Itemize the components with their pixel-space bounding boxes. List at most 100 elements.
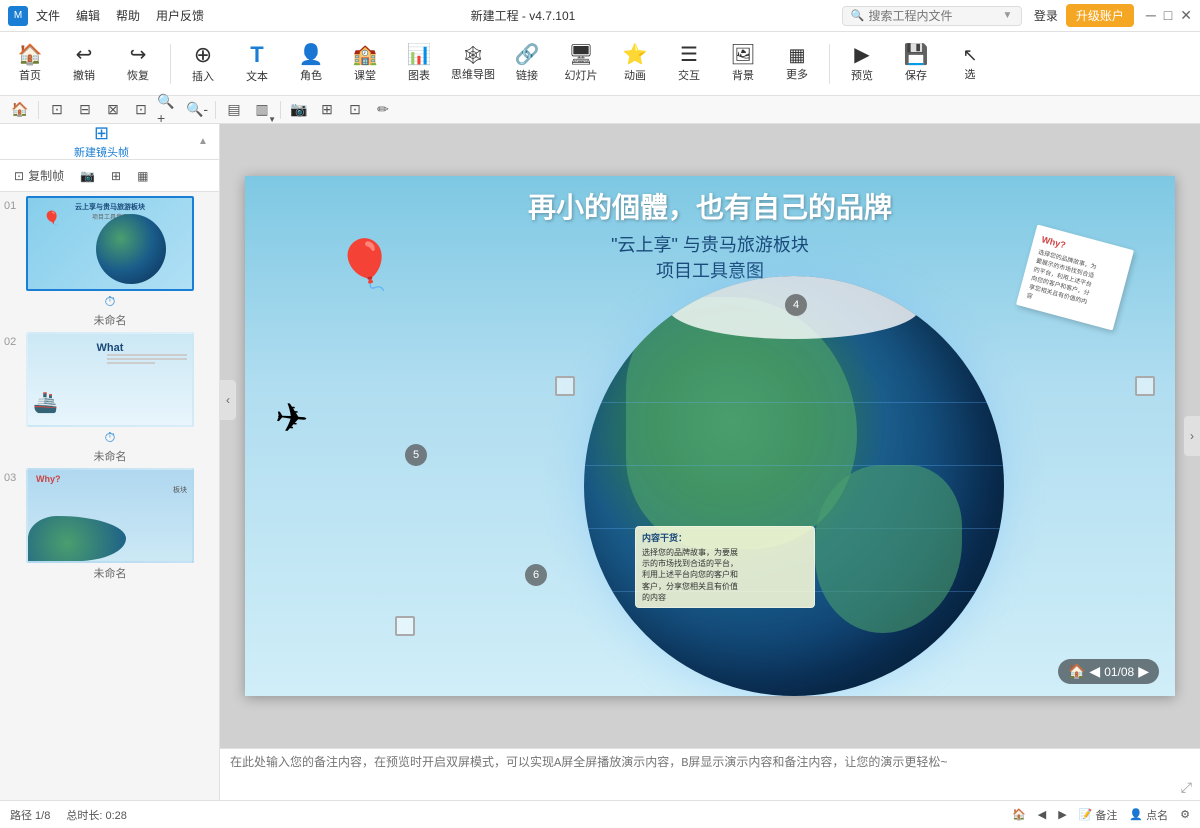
nav-next-button[interactable]: ▶ (1138, 663, 1149, 680)
tool-more[interactable]: ▦ 更多 (771, 36, 823, 92)
content-box-body: 选择您的品牌故事，为要展示的市场找到合适的平台，利用上述平台向您的客户和客户，分… (642, 547, 808, 603)
marker-5[interactable]: 5 (405, 444, 427, 466)
search-icon: 🔍 (851, 9, 865, 22)
sidebar-collapse-button[interactable]: ‹ (220, 380, 236, 420)
layout-tool[interactable]: ▦ (131, 167, 154, 185)
balloon-element[interactable]: 🎈 (335, 236, 395, 316)
sec-tool-align[interactable]: ▤ (222, 98, 246, 122)
search-dropdown-icon[interactable]: ▼ (1003, 10, 1013, 21)
tool-chart[interactable]: 📊 图表 (393, 36, 445, 92)
sec-tool-copy2[interactable]: ⊟ (73, 98, 97, 122)
tool-link[interactable]: 🔗 链接 (501, 36, 553, 92)
undo-icon: ↩ (76, 45, 93, 65)
sec-tool-zoomin[interactable]: 🔍+ (157, 98, 181, 122)
bottom-bar: 路径 1/8 总时长: 0:28 🏠 ◀ ▶ 📝 备注 👤 点名 ⚙ (0, 800, 1200, 828)
slide-canvas[interactable]: 再小的個體，也有自己的品牌 "云上享" 与贵马旅游板块 项目工具意图 🎈 ✈ (245, 176, 1175, 696)
nav-prev-button[interactable]: ◀ (1089, 663, 1100, 680)
tool-background[interactable]: 🖼 背景 (717, 36, 769, 92)
content-box[interactable]: 内容干货： 选择您的品牌故事，为要展示的市场找到合适的平台，利用上述平台向您的客… (635, 526, 815, 608)
bottom-prev[interactable]: ◀ (1038, 808, 1046, 821)
tool-home[interactable]: 🏠 首页 (4, 36, 56, 92)
tool-animation-label: 动画 (624, 67, 646, 83)
airplane-element[interactable]: ✈ (273, 395, 310, 444)
tool-slideshow[interactable]: 🖥 幻灯片 (555, 36, 607, 92)
text-icon: T (250, 44, 263, 66)
search-box[interactable]: 🔍 ▼ (842, 6, 1022, 26)
nav-home-icon[interactable]: 🏠 (1068, 663, 1085, 680)
tool-mindmap[interactable]: 🕸 思维导图 (447, 36, 499, 92)
sec-tool-grid[interactable]: ⊠ (101, 98, 125, 122)
classroom-icon: 🏫 (353, 45, 378, 65)
login-button[interactable]: 登录 (1034, 7, 1058, 24)
slide-item-1[interactable]: 01 云上享与贵马旅游板块 项目工具意图 🎈 ⏱ 未命名 (4, 196, 215, 328)
tool-insert[interactable]: ⊕ 插入 (177, 36, 229, 92)
globe-container[interactable] (584, 276, 1004, 696)
select-icon: ↖ (962, 46, 977, 64)
sec-tool-zoomout[interactable]: 🔍- (185, 98, 209, 122)
camera-tool[interactable]: 📷 (74, 167, 101, 185)
background-icon: 🖼 (730, 45, 755, 65)
new-frame-button[interactable]: ⊞ 新建镜头帧 (8, 124, 195, 160)
tool-classroom[interactable]: 🏫 课堂 (339, 36, 391, 92)
upgrade-button[interactable]: 升级账户 (1066, 4, 1134, 27)
resize-handle-left[interactable] (555, 376, 575, 396)
sec-tool-home[interactable]: 🏠 (8, 98, 32, 122)
marker-6[interactable]: 6 (525, 564, 547, 586)
marker-6-label: 6 (533, 569, 539, 581)
copy-frame-button[interactable]: ⊡ 复制帧 (8, 165, 70, 186)
slide-label-2: 未命名 (26, 448, 194, 464)
tool-save[interactable]: 💾 保存 (890, 36, 942, 92)
search-input[interactable] (869, 9, 999, 23)
tool-redo-label: 恢复 (127, 67, 149, 83)
sec-tool-export[interactable]: ⊡ (343, 98, 367, 122)
sec-tool-dist[interactable]: ▥▼ (250, 98, 274, 122)
right-panel-toggle[interactable]: › (1184, 416, 1200, 456)
expand-notes-button[interactable]: ⤢ (1181, 779, 1192, 796)
bottom-attendance[interactable]: 👤 点名 (1129, 807, 1168, 823)
slide-thumb-3[interactable]: Why? 板块 (26, 468, 194, 563)
maximize-button[interactable]: □ (1164, 7, 1172, 24)
menu-file[interactable]: 文件 (36, 7, 60, 24)
sidebar: ⊞ 新建镜头帧 ▲ ⊡ 复制帧 📷 ⊞ ▦ 01 (0, 124, 220, 800)
bottom-notes[interactable]: 📝 备注 (1079, 807, 1118, 823)
sec-tool-camera[interactable]: 📷 (287, 98, 311, 122)
resize-handle-right[interactable] (1135, 376, 1155, 396)
tool-interact[interactable]: ☰ 交互 (663, 36, 715, 92)
tool-undo[interactable]: ↩ 撤销 (58, 36, 110, 92)
bottom-home[interactable]: 🏠 (1012, 808, 1026, 821)
marker-4[interactable]: 4 (785, 294, 807, 316)
sidebar-scroll-up[interactable]: ▲ (195, 130, 211, 154)
resize-handle-bottom[interactable] (395, 616, 415, 636)
bottom-next[interactable]: ▶ (1058, 808, 1066, 821)
sec-tool-copy1[interactable]: ⊡ (45, 98, 69, 122)
menu-edit[interactable]: 编辑 (76, 7, 100, 24)
animation-icon: ⭐ (623, 45, 648, 65)
sec-tool-edit[interactable]: ✏ (371, 98, 395, 122)
tool-text[interactable]: T 文本 (231, 36, 283, 92)
slide-thumb-2[interactable]: What 🚢 (26, 332, 194, 427)
menu-help[interactable]: 帮助 (116, 7, 140, 24)
minimize-button[interactable]: ─ (1146, 7, 1156, 24)
bottom-settings[interactable]: ⚙ (1180, 808, 1190, 821)
toolbar-separator-1 (170, 44, 171, 84)
slide-label-3: 未命名 (26, 565, 194, 581)
slide-thumb-1[interactable]: 云上享与贵马旅游板块 项目工具意图 🎈 (26, 196, 194, 291)
tool-preview-label: 预览 (851, 67, 873, 83)
slide-item-3[interactable]: 03 Why? 板块 未命名 (4, 468, 215, 581)
tool-redo[interactable]: ↪ 恢复 (112, 36, 164, 92)
tool-preview[interactable]: ▶ 预览 (836, 36, 888, 92)
slide-item-2[interactable]: 02 What 🚢 ⏱ 未 (4, 332, 215, 464)
tool-animation[interactable]: ⭐ 动画 (609, 36, 661, 92)
total-duration: 总时长: 0:28 (66, 807, 1012, 823)
marker-4-label: 4 (793, 299, 799, 311)
grid-tool[interactable]: ⊞ (105, 167, 127, 185)
sec-tool-copy3[interactable]: ⊡ (129, 98, 153, 122)
tool-role[interactable]: 👤 角色 (285, 36, 337, 92)
sec-tool-frame[interactable]: ⊞ (315, 98, 339, 122)
tool-select[interactable]: ↖ 选 (944, 36, 996, 92)
notes-input[interactable] (230, 755, 1190, 800)
close-button[interactable]: ✕ (1180, 7, 1192, 24)
menu-feedback[interactable]: 用户反馈 (156, 7, 204, 24)
sec-sep-1 (38, 101, 39, 119)
balloon-icon: 🎈 (335, 236, 395, 293)
